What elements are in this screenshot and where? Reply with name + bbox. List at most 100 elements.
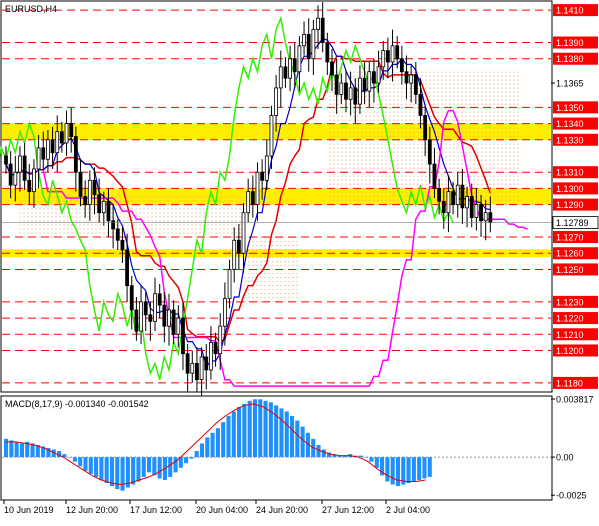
level-price-label: 1.1380 bbox=[556, 54, 584, 64]
candle-body bbox=[460, 184, 465, 209]
macd-histogram-bar bbox=[385, 457, 390, 482]
candle-body bbox=[344, 82, 348, 100]
candle-body bbox=[213, 341, 218, 355]
level-price-label: 1.1350 bbox=[556, 103, 584, 113]
macd-histogram-bar bbox=[242, 403, 247, 458]
candle-body bbox=[148, 314, 153, 322]
candle-body bbox=[362, 77, 367, 92]
candle-body bbox=[306, 34, 311, 60]
candle-body bbox=[311, 29, 316, 60]
candle-body bbox=[320, 17, 325, 43]
candle-body bbox=[325, 42, 330, 63]
level-price-label: 1.1250 bbox=[556, 265, 584, 275]
candle-body bbox=[334, 74, 339, 95]
macd-histogram-bar bbox=[152, 457, 157, 476]
candle-body bbox=[13, 171, 18, 186]
candle-body bbox=[474, 204, 479, 218]
candle-body bbox=[432, 163, 437, 189]
macd-histogram-bar bbox=[131, 457, 136, 485]
macd-histogram-bar bbox=[258, 399, 263, 458]
level-price-label: 1.1260 bbox=[556, 249, 584, 259]
candle-body bbox=[171, 309, 176, 335]
candle-body bbox=[288, 58, 292, 79]
macd-histogram-bar bbox=[290, 416, 295, 458]
trading-chart: 1.1410 1.1390 1.1380 1.1365 1.1350 1.1340 1.13… bbox=[0, 0, 599, 521]
candle-body bbox=[8, 163, 13, 186]
macd-histogram-bar bbox=[99, 457, 104, 480]
macd-histogram-bar bbox=[422, 457, 427, 479]
candle-body bbox=[185, 353, 190, 374]
macd-histogram-bar bbox=[247, 400, 252, 458]
macd-histogram-bar bbox=[390, 457, 395, 485]
macd-histogram-bar bbox=[19, 443, 24, 458]
macd-histogram-bar bbox=[231, 411, 236, 458]
candle-body bbox=[55, 131, 60, 154]
level-price-label: 1.1270 bbox=[556, 233, 584, 243]
macd-histogram-bar bbox=[141, 457, 146, 477]
candle-body bbox=[399, 58, 404, 73]
candle-body bbox=[222, 298, 227, 327]
candle-body bbox=[479, 204, 483, 222]
macd-histogram-bar bbox=[72, 457, 77, 462]
level-price-label: 1.1290 bbox=[556, 200, 584, 210]
candle-body bbox=[236, 239, 241, 254]
macd-histogram-bar bbox=[210, 432, 215, 458]
macd-histogram-bar bbox=[226, 416, 231, 458]
candle-body bbox=[483, 212, 488, 222]
candle-body bbox=[22, 155, 27, 181]
macd-tick-label: 0.003817 bbox=[556, 395, 594, 405]
candle-body bbox=[264, 155, 269, 181]
macd-histogram-bar bbox=[300, 426, 305, 458]
macd-histogram-bar bbox=[189, 457, 194, 459]
time-tick-label: 2 Jul 04:00 bbox=[386, 505, 430, 515]
candle-body bbox=[367, 71, 372, 92]
macd-histogram-bar bbox=[205, 437, 210, 458]
candle-body bbox=[167, 309, 171, 327]
candle-body bbox=[413, 74, 418, 95]
time-tick-label: 17 Jun 12:00 bbox=[130, 505, 182, 515]
macd-histogram-bar bbox=[173, 457, 178, 473]
candle-body bbox=[106, 200, 111, 222]
candle-body bbox=[404, 71, 409, 84]
candle-body bbox=[32, 168, 36, 193]
candle-body bbox=[297, 45, 302, 73]
macd-histogram-bar bbox=[168, 457, 173, 477]
candle-body bbox=[204, 356, 209, 371]
candle-body bbox=[18, 155, 22, 173]
level-price-label: 1.1180 bbox=[556, 378, 583, 388]
candle-body bbox=[190, 363, 195, 374]
candle-body bbox=[176, 317, 181, 335]
candle-body bbox=[125, 249, 129, 287]
candle-body bbox=[199, 356, 204, 381]
candle-body bbox=[381, 50, 386, 68]
macd-histogram-bar bbox=[369, 457, 374, 462]
candle-body bbox=[181, 317, 185, 355]
macd-histogram-bar bbox=[321, 449, 326, 458]
candle-body bbox=[451, 191, 455, 206]
candle-body bbox=[87, 179, 92, 206]
macd-histogram-bar bbox=[120, 457, 125, 491]
candle-body bbox=[246, 191, 251, 214]
candle-body bbox=[292, 58, 297, 73]
time-tick-label: 20 Jun 04:00 bbox=[196, 505, 248, 515]
macd-histogram-bar bbox=[295, 420, 300, 458]
candle-body bbox=[83, 196, 88, 206]
candle-body bbox=[409, 74, 414, 84]
candle-body bbox=[250, 191, 255, 206]
candle-body bbox=[469, 196, 474, 218]
candle-body bbox=[418, 93, 423, 116]
candle-body bbox=[274, 87, 279, 116]
candle-body bbox=[218, 325, 223, 355]
candle-body bbox=[97, 194, 102, 214]
macd-tick-label: 0.00 bbox=[556, 453, 574, 463]
candle-body bbox=[115, 228, 120, 241]
level-price-label: 1.1230 bbox=[556, 297, 584, 307]
candle-body bbox=[390, 45, 395, 63]
candle-body bbox=[385, 50, 390, 63]
candle-body bbox=[134, 309, 139, 332]
macd-histogram-bar bbox=[94, 457, 99, 477]
candle-body bbox=[120, 239, 125, 251]
time-tick-label: 27 Jun 12:00 bbox=[322, 505, 374, 515]
level-price-label: 1.1390 bbox=[556, 38, 584, 48]
candle-body bbox=[59, 131, 64, 144]
